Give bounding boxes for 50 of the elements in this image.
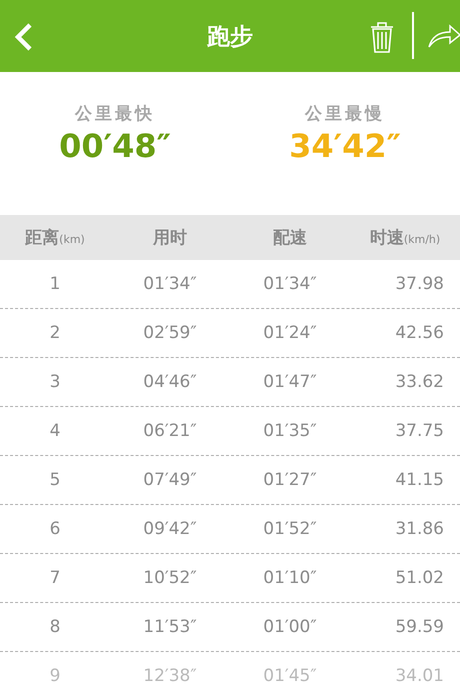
table-cell-text: 01′24″	[262, 323, 318, 343]
stat-value: 34′42″	[289, 127, 401, 165]
table-cell-text: 01′52″	[262, 519, 318, 539]
stat-label: 公里最快	[75, 103, 155, 125]
table-cell-text: 04′46″	[142, 372, 198, 392]
table-cell-text: 2	[48, 323, 62, 343]
table-cell-text: 01′00″	[262, 617, 318, 637]
table-cell-text: 37.75	[394, 421, 445, 441]
table-cell-text: 9	[48, 666, 62, 686]
trash-icon[interactable]	[370, 21, 394, 53]
table-cell-text: 34.01	[394, 666, 445, 686]
table-cell-text: 01′10″	[262, 568, 318, 588]
table-cell-text: 7	[48, 568, 62, 588]
table-cell-text: 33.62	[394, 372, 445, 392]
unit-label: (km/h)	[404, 233, 440, 246]
table-cell-text: 01′45″	[262, 666, 318, 686]
screen-title: 跑步	[207, 22, 253, 52]
table-cell-text: 42.56	[394, 323, 445, 343]
table-cell-text: 37.98	[394, 274, 445, 294]
table-cell-text: 8	[48, 617, 62, 637]
table-cell-text: 01′34″	[262, 274, 318, 294]
back-icon[interactable]	[12, 22, 34, 52]
column-header: 时速	[370, 227, 404, 249]
table-cell-text: 1	[48, 274, 62, 294]
table-cell-text: 01′35″	[262, 421, 318, 441]
table-cell-text: 11′53″	[142, 617, 198, 637]
table-cell-text: 5	[48, 470, 62, 490]
table-cell-text: 01′47″	[262, 372, 318, 392]
table-cell-text: 10′52″	[142, 568, 198, 588]
table-cell-text: 12′38″	[142, 666, 198, 686]
table-cell-text: 09′42″	[142, 519, 198, 539]
table-cell-text: 01′34″	[142, 274, 198, 294]
table-cell-text: 3	[48, 372, 62, 392]
table-cell-text: 07′49″	[142, 470, 198, 490]
table-cell-text: 51.02	[394, 568, 445, 588]
column-header: 配速	[273, 227, 307, 249]
table-cell-text: 4	[48, 421, 62, 441]
column-header: 距离	[25, 227, 60, 249]
stat-label: 公里最慢	[305, 103, 385, 125]
table-cell-text: 41.15	[394, 470, 445, 490]
table-cell-text: 6	[48, 519, 62, 539]
share-icon[interactable]	[428, 24, 460, 48]
table-cell-text: 02′59″	[142, 323, 198, 343]
stat-value: 00′48″	[59, 127, 171, 165]
table-cell-text: 31.86	[394, 519, 445, 539]
table-cell-text: 59.59	[394, 617, 445, 637]
unit-label: (km)	[59, 233, 85, 246]
table-cell-text: 06′21″	[142, 421, 198, 441]
table-cell-text: 01′27″	[262, 470, 318, 490]
column-header: 用时	[153, 227, 187, 249]
